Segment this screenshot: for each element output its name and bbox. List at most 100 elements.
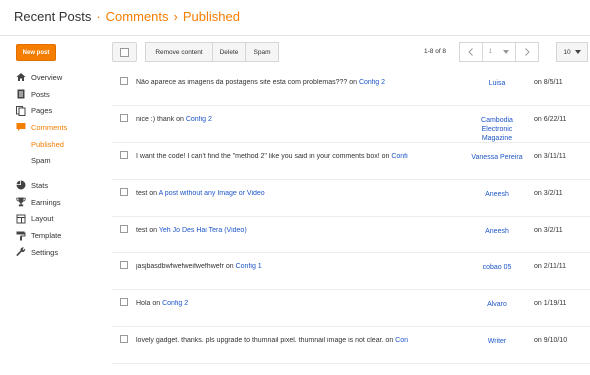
sidebar-item-layout[interactable]: Layout (0, 211, 100, 228)
comment-body: test on (136, 226, 159, 234)
comment-checkbox[interactable] (120, 224, 128, 233)
remove-content-button[interactable]: Remove content (145, 42, 213, 62)
comment-date: on 3/11/11 (534, 152, 567, 160)
comment-checkbox[interactable] (120, 77, 128, 85)
comment-body: lovely gadget. thanks. pls upgrade to th… (136, 337, 396, 345)
sidebar-item-settings[interactable]: Settings (0, 244, 100, 261)
comment-row[interactable]: nice :) thank on Config 2 Cambodia Electr… (112, 106, 590, 143)
per-page-value: 10 (563, 48, 571, 56)
spam-button[interactable]: Spam (245, 42, 279, 62)
comment-author-link[interactable]: Aneesh (470, 190, 524, 199)
comment-text: test on Yeh Jo Des Hai Tera (Video) (136, 227, 408, 234)
sidebar-item-comments[interactable]: Comments (0, 119, 100, 136)
sidebar-item-label: Posts (31, 89, 50, 99)
sidebar-item-label: Overview (31, 72, 63, 82)
comment-author-link[interactable]: Aneesh (470, 227, 524, 236)
comment-author-link[interactable]: Alvaro (470, 300, 524, 309)
comment-author-link[interactable]: Vanessa Pereira (470, 153, 524, 162)
comment-author-link[interactable]: Cambodia Electronic Magazine (470, 116, 524, 143)
comment-body: test on (136, 189, 159, 197)
comments-icon (16, 122, 26, 132)
template-icon (16, 231, 26, 241)
sidebar-nav: Overview Posts Pages Comments Published … (0, 69, 100, 261)
comment-body: Não aparece as imagens da postagens site… (136, 79, 359, 86)
toolbar: Remove content Delete Spam 1-8 of 8 1 10 (112, 42, 590, 64)
breadcrumb: Recent Posts · Comments › Published (14, 9, 240, 24)
comment-date: on 9/10/10 (534, 337, 568, 345)
sidebar-item-spam[interactable]: Spam (0, 152, 100, 169)
comment-date: on 2/11/11 (534, 263, 567, 271)
comment-date: on 1/19/11 (534, 300, 567, 308)
chevron-right-icon (525, 48, 530, 56)
delete-button[interactable]: Delete (212, 42, 246, 62)
comment-date: on 3/2/11 (534, 226, 563, 234)
next-page-button[interactable] (515, 42, 539, 62)
comment-date: on 3/2/11 (534, 189, 563, 197)
comment-checkbox[interactable] (120, 298, 128, 307)
comment-checkbox[interactable] (120, 113, 128, 122)
comment-post-link[interactable]: Config 2 (391, 153, 408, 160)
comment-body: Hola on (136, 300, 163, 308)
breadcrumb-comments[interactable]: Comments (106, 9, 169, 24)
comment-row[interactable]: jasjbasdbwfwefweifwefhwefr on Config 1 co… (112, 253, 590, 291)
select-all-checkbox[interactable] (112, 42, 137, 62)
comment-row[interactable]: I want the code! I can't find the "metho… (112, 143, 590, 180)
comment-author-link[interactable]: cobao 05 (470, 263, 524, 272)
comment-text: jasjbasdbwfwefweifwefhwefr on Config 1 (136, 263, 408, 270)
sidebar-item-label: Comments (31, 122, 68, 132)
current-page: 1 (488, 49, 492, 55)
comment-text: nice :) thank on Config 2 (136, 116, 408, 123)
comment-text: Não aparece as imagens da postagens site… (136, 79, 408, 86)
page-select[interactable]: 1 (482, 42, 516, 62)
comment-checkbox[interactable] (120, 335, 128, 344)
comment-row[interactable]: Não aparece as imagens da postagens site… (112, 69, 590, 106)
breadcrumb-recent-posts[interactable]: Recent Posts (14, 9, 91, 24)
comment-post-link[interactable]: Config 2 (162, 300, 188, 307)
sidebar-item-posts[interactable]: Posts (0, 86, 100, 103)
comment-author-link[interactable]: Luisa (470, 79, 524, 88)
comment-post-link[interactable]: Config 2 (359, 79, 385, 86)
comment-author-link[interactable]: Writer (470, 337, 524, 346)
pagination: 1 (459, 42, 539, 62)
comment-text: lovely gadget. thanks. pls upgrade to th… (136, 337, 408, 344)
comment-row[interactable]: test on Yeh Jo Des Hai Tera (Video) Anees… (112, 217, 590, 254)
previous-page-button[interactable] (459, 42, 483, 62)
per-page-select[interactable]: 10 (556, 42, 588, 62)
comment-row[interactable]: Hola on Config 2 Alvaro on 1/19/11 (112, 290, 590, 328)
trophy-icon (16, 197, 26, 207)
comment-text: Hola on Config 2 (136, 300, 408, 307)
sidebar-item-template[interactable]: Template (0, 227, 100, 244)
breadcrumb-published: Published (182, 9, 240, 24)
comment-body: nice :) thank on (136, 115, 186, 123)
comment-post-link[interactable]: Config 1 (236, 263, 262, 270)
sidebar-item-earnings[interactable]: Earnings (0, 194, 100, 211)
comment-post-link[interactable]: A post without any Image or Video (159, 190, 265, 197)
comment-body: I want the code! I can't find the "metho… (136, 152, 392, 160)
pages-icon (16, 105, 26, 116)
sidebar-item-overview[interactable]: Overview (0, 69, 100, 86)
comment-row[interactable]: lovely gadget. thanks. pls upgrade to th… (112, 327, 590, 365)
sidebar-item-label: Stats (31, 180, 49, 190)
wrench-icon (16, 247, 26, 257)
sidebar-item-stats[interactable]: Stats (0, 177, 100, 194)
comment-checkbox[interactable] (120, 150, 128, 159)
breadcrumb-dot: · (96, 9, 101, 24)
comment-date: on 8/5/11 (534, 79, 563, 86)
comment-post-link[interactable]: Yeh Jo Des Hai Tera (Video) (159, 227, 247, 234)
comment-post-link[interactable]: Config 2 (395, 337, 408, 344)
comment-post-link[interactable]: Config 2 (186, 116, 212, 123)
comment-checkbox[interactable] (120, 261, 128, 270)
page-header: Recent Posts · Comments › Published (0, 0, 590, 36)
layout-icon (16, 214, 26, 224)
new-post-button[interactable]: New post (16, 44, 56, 61)
chevron-left-icon (468, 48, 473, 56)
sidebar-item-pages[interactable]: Pages (0, 102, 100, 119)
sidebar-item-label: Template (31, 231, 62, 241)
comment-row[interactable]: test on A post without any Image or Vide… (112, 180, 590, 217)
sidebar-item-published[interactable]: Published (0, 136, 100, 153)
pagination-range: 1-8 of 8 (424, 48, 447, 55)
comment-checkbox[interactable] (120, 187, 128, 196)
sidebar-item-label: Pages (31, 106, 53, 116)
chevron-down-icon (574, 50, 581, 54)
